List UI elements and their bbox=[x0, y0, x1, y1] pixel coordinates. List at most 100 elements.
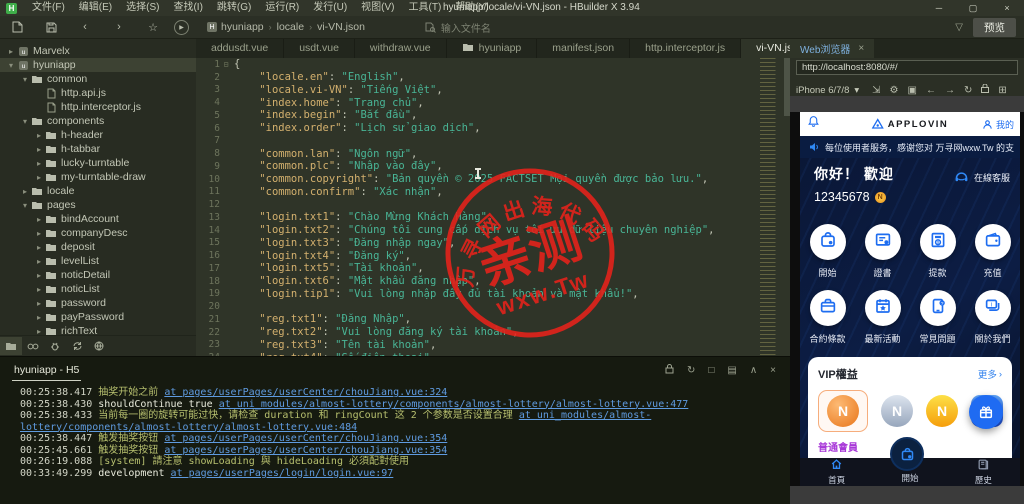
tab-hyuniapp[interactable]: hyuniapp bbox=[447, 38, 538, 58]
tree-item-levelList[interactable]: ▸ levelList bbox=[0, 254, 196, 268]
tab-http.interceptor.js[interactable]: http.interceptor.js bbox=[630, 38, 742, 58]
console-clear-icon[interactable]: × bbox=[770, 365, 776, 376]
vip-more-link[interactable]: 更多 › bbox=[978, 367, 1002, 382]
tree-item-my-turntable-draw[interactable]: ▸ my-turntable-draw bbox=[0, 170, 196, 184]
tree-item-common[interactable]: ▾ common bbox=[0, 72, 196, 86]
vip-medal-silver[interactable]: N bbox=[881, 395, 913, 427]
filter-icon[interactable]: ▽ bbox=[955, 22, 963, 33]
gear-icon[interactable]: ⚙ bbox=[890, 85, 899, 96]
tab-vi-VN.json[interactable]: vi-VN.json bbox=[741, 38, 790, 58]
minimize-button[interactable]: ─ bbox=[922, 0, 956, 16]
console-restart-icon[interactable]: ↻ bbox=[687, 365, 695, 376]
menu-文件(F)[interactable]: 文件(F) bbox=[25, 2, 72, 13]
menu-工具(T)[interactable]: 工具(T) bbox=[402, 2, 449, 13]
device-selector[interactable]: iPhone 6/7/8 ▾ bbox=[796, 85, 859, 96]
menu-跳转(G)[interactable]: 跳转(G) bbox=[210, 2, 258, 13]
menu-运行(R)[interactable]: 运行(R) bbox=[258, 2, 306, 13]
nav-back-icon[interactable]: ← bbox=[926, 85, 936, 96]
rotate-icon[interactable]: ⇲ bbox=[872, 85, 880, 96]
file-search[interactable]: 输入文件名 bbox=[425, 20, 491, 35]
menu-查找(I)[interactable]: 查找(I) bbox=[166, 2, 209, 13]
tree-item-payPassword[interactable]: ▸ payPassword bbox=[0, 310, 196, 324]
debug-panel-icon[interactable] bbox=[44, 337, 66, 355]
devtools-icon[interactable]: ▣ bbox=[908, 85, 917, 96]
sync-icon[interactable] bbox=[66, 337, 88, 355]
app-action-證書[interactable]: 證書 bbox=[860, 224, 906, 279]
tree-item-h-tabbar[interactable]: ▸ h-tabbar bbox=[0, 142, 196, 156]
menu-视图(V)[interactable]: 视图(V) bbox=[354, 2, 401, 13]
tree-item-deposit[interactable]: ▸ deposit bbox=[0, 240, 196, 254]
extensions-icon[interactable] bbox=[88, 337, 110, 355]
run-icon[interactable]: ▶ bbox=[174, 19, 189, 35]
tree-item-hyuniapp[interactable]: ▾ u hyuniapp bbox=[0, 58, 196, 72]
breadcrumb-item[interactable]: hyuniapp bbox=[221, 21, 264, 33]
tree-item-components[interactable]: ▾ components bbox=[0, 114, 196, 128]
star-icon[interactable]: ☆ bbox=[140, 18, 166, 36]
tab-usdt.vue[interactable]: usdt.vue bbox=[284, 38, 355, 58]
app-action-最新活動[interactable]: 最新活動 bbox=[860, 290, 906, 345]
preview-button[interactable]: 预览 bbox=[973, 18, 1016, 37]
app-action-合約條款[interactable]: 合約條款 bbox=[805, 290, 851, 345]
explorer-folder-icon[interactable] bbox=[0, 337, 22, 355]
maximize-button[interactable]: ▢ bbox=[956, 0, 990, 16]
close-button[interactable]: × bbox=[990, 0, 1024, 16]
tree-item-Marvelx[interactable]: ▸ u Marvelx bbox=[0, 44, 196, 58]
tree-item-bindAccount[interactable]: ▸ bindAccount bbox=[0, 212, 196, 226]
tab-addusdt.vue[interactable]: addusdt.vue bbox=[196, 38, 285, 58]
console-link[interactable]: at uni_modules/almost-lottery/components… bbox=[219, 399, 689, 410]
tab-withdraw.vue[interactable]: withdraw.vue bbox=[355, 38, 447, 58]
gift-fab-button[interactable] bbox=[969, 395, 1003, 429]
vip-medal-selected-box[interactable]: N bbox=[818, 390, 868, 432]
apptab-歷史[interactable]: 歷史 bbox=[947, 458, 1020, 486]
refresh-icon[interactable]: ↻ bbox=[964, 85, 972, 96]
vip-medal-orange[interactable]: N bbox=[827, 395, 859, 427]
app-action-提款[interactable]: $ 提款 bbox=[915, 224, 961, 279]
tree-item-lucky-turntable[interactable]: ▸ lucky-turntable bbox=[0, 156, 196, 170]
tree-item-noticDetail[interactable]: ▸ noticDetail bbox=[0, 268, 196, 282]
console-collapse-icon[interactable]: ∧ bbox=[750, 365, 757, 376]
save-icon[interactable] bbox=[38, 18, 64, 36]
search-panel-icon[interactable] bbox=[22, 337, 44, 355]
tree-item-companyDesc[interactable]: ▸ companyDesc bbox=[0, 226, 196, 240]
code-editor[interactable]: 1 ⊟{2 "locale.en": "English", 3 "locale.vi… bbox=[196, 58, 790, 356]
lock-icon[interactable] bbox=[981, 83, 990, 96]
tree-item-password[interactable]: ▸ password bbox=[0, 296, 196, 310]
console-tab[interactable]: hyuniapp - H5 bbox=[12, 360, 82, 381]
back-icon[interactable]: ‹ bbox=[72, 18, 98, 36]
apptab-首頁[interactable]: 首頁 bbox=[800, 458, 873, 486]
qr-code-icon[interactable]: ⊞ bbox=[998, 85, 1006, 96]
customer-service-button[interactable]: 在線客服 bbox=[953, 170, 1010, 185]
console-link[interactable]: at pages/userPages/userCenter/chouJiang.… bbox=[164, 445, 447, 456]
tree-item-h-header[interactable]: ▸ h-header bbox=[0, 128, 196, 142]
web-browser-tab[interactable]: Web浏览器 × bbox=[790, 38, 875, 58]
console-export-icon[interactable]: ▤ bbox=[727, 365, 736, 376]
nav-forward-icon[interactable]: → bbox=[945, 85, 955, 96]
new-file-icon[interactable] bbox=[4, 18, 30, 36]
tree-item-http.interceptor.js[interactable]: http.interceptor.js bbox=[0, 100, 196, 114]
mine-button[interactable]: 我的 bbox=[982, 118, 1014, 131]
tab-manifest.json[interactable]: manifest.json bbox=[537, 38, 631, 58]
start-center-button[interactable] bbox=[890, 437, 924, 471]
breadcrumb-item[interactable]: vi-VN.json bbox=[317, 21, 365, 33]
console-link[interactable]: at pages/userPages/userCenter/chouJiang.… bbox=[164, 433, 447, 444]
console-link[interactable]: at pages/userPages/userCenter/chouJiang.… bbox=[164, 387, 447, 398]
breadcrumb-item[interactable]: locale bbox=[277, 21, 304, 33]
forward-icon[interactable]: › bbox=[106, 18, 132, 36]
vip-medal-gold[interactable]: N bbox=[926, 395, 958, 427]
tree-item-pages[interactable]: ▾ pages bbox=[0, 198, 196, 212]
bell-icon[interactable] bbox=[807, 115, 820, 133]
menu-发行(U)[interactable]: 发行(U) bbox=[306, 2, 354, 13]
tree-item-http.api.js[interactable]: http.api.js bbox=[0, 86, 196, 100]
menu-编辑(E)[interactable]: 编辑(E) bbox=[72, 2, 119, 13]
url-input[interactable]: http://localhost:8080/#/ bbox=[796, 60, 1018, 75]
console-lock-icon[interactable] bbox=[665, 363, 674, 377]
app-action-常見問題[interactable]: ? 常見問題 bbox=[915, 290, 961, 345]
tab-close-icon[interactable]: × bbox=[858, 43, 864, 54]
menu-选择(S)[interactable]: 选择(S) bbox=[119, 2, 166, 13]
console-stop-icon[interactable]: □ bbox=[708, 365, 714, 376]
app-action-開始[interactable]: 開始 bbox=[805, 224, 851, 279]
console-link[interactable]: at pages/userPages/login/login.vue:97 bbox=[171, 468, 394, 479]
app-action-充值[interactable]: 充值 bbox=[970, 224, 1016, 279]
tree-item-noticList[interactable]: ▸ noticList bbox=[0, 282, 196, 296]
app-action-關於我們[interactable]: i 關於我們 bbox=[970, 290, 1016, 345]
